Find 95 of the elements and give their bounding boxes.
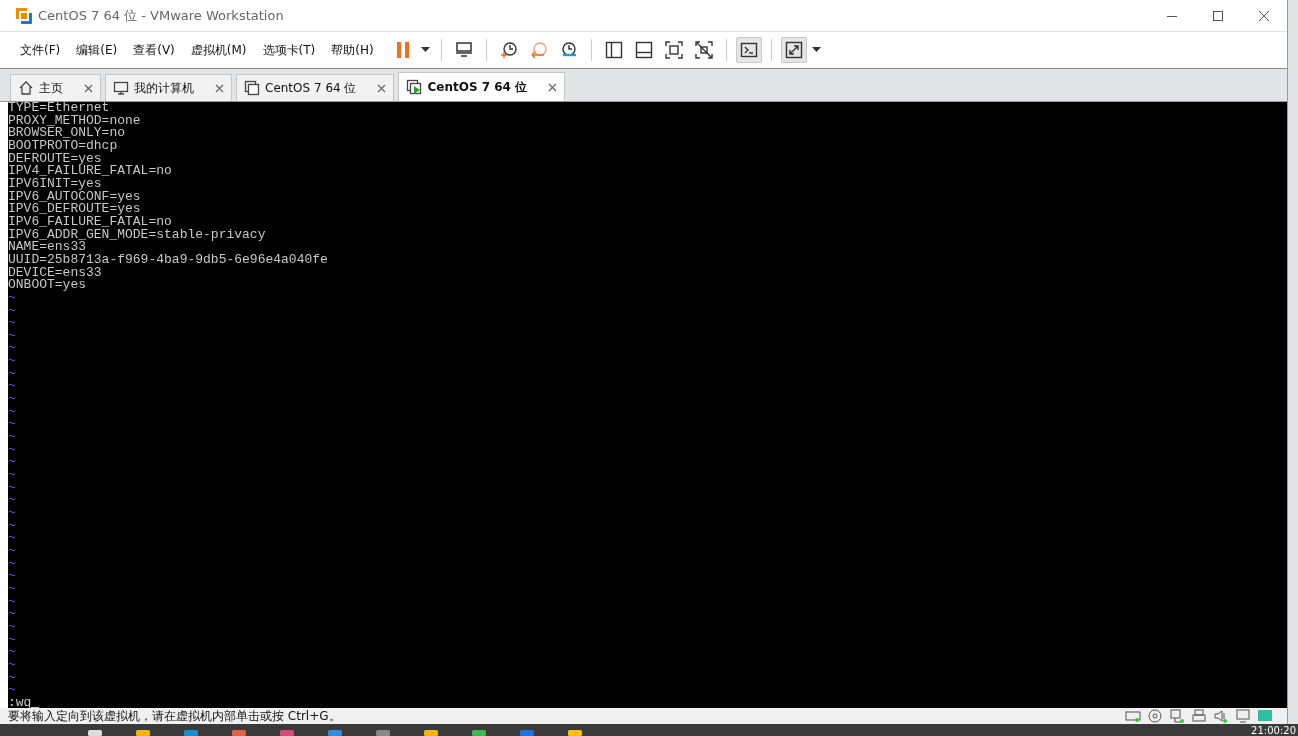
maximize-icon[interactable] <box>1212 9 1224 22</box>
terminal-line: DEFROUTE=yes <box>8 152 102 166</box>
text-cursor <box>31 706 40 708</box>
sidebar-layout-icon[interactable] <box>604 41 623 59</box>
tab[interactable]: CentOS 7 64 位 <box>236 74 395 101</box>
network-icon[interactable] <box>1169 708 1185 724</box>
display-icon[interactable] <box>1235 708 1251 724</box>
terminal-line: BOOTPROTO=dhcp <box>8 139 118 153</box>
caret-icon[interactable] <box>421 47 431 53</box>
terminal-line: TYPE=Ethernet <box>8 102 110 115</box>
menu-item[interactable]: 查看(V) <box>125 41 183 59</box>
empty-line-marker: ~ <box>8 570 16 583</box>
empty-line-marker: ~ <box>8 443 16 457</box>
disc-icon[interactable] <box>1147 708 1163 724</box>
app-icon[interactable] <box>88 730 102 736</box>
terminal-line: IPV6_DEFROUTE=yes <box>8 203 141 216</box>
caret-icon[interactable] <box>812 47 822 53</box>
bottom-panel-icon[interactable] <box>634 41 653 59</box>
empty-line-marker: ~ <box>8 582 16 596</box>
close-icon[interactable] <box>377 83 387 93</box>
tab[interactable]: 我的计算机 <box>105 74 232 101</box>
empty-line-marker: ~ <box>8 633 16 647</box>
empty-line-marker: ~ <box>8 304 16 318</box>
empty-line-marker: ~ <box>8 291 16 305</box>
empty-line-marker: ~ <box>8 608 16 621</box>
empty-line-marker: ~ <box>8 671 16 685</box>
app-logo-icon <box>16 7 32 24</box>
terminal-line: IPV6_ADDR_GEN_MODE=stable-privacy <box>8 228 266 242</box>
empty-line-marker: ~ <box>8 684 16 697</box>
windows-play-icon <box>406 79 423 95</box>
close-icon[interactable] <box>548 82 558 92</box>
empty-line-marker: ~ <box>8 519 16 533</box>
app-icon[interactable] <box>136 730 150 736</box>
clock: 21:00:20 <box>1251 725 1297 736</box>
console-icon <box>739 41 758 59</box>
empty-line-marker: ~ <box>8 367 16 381</box>
message-icon[interactable] <box>1257 708 1273 724</box>
empty-line-marker: ~ <box>8 329 16 343</box>
empty-line-marker: ~ <box>8 557 16 571</box>
toggle-button[interactable] <box>735 37 762 63</box>
app-icon[interactable] <box>568 730 582 736</box>
close-icon[interactable] <box>215 83 224 93</box>
empty-line-marker: ~ <box>8 342 16 356</box>
terminal-line: DEVICE=ens33 <box>8 266 102 280</box>
printer-icon[interactable] <box>1191 708 1207 724</box>
empty-line-marker: ~ <box>8 532 16 545</box>
app-icon[interactable] <box>424 730 438 736</box>
terminal-line: IPV6_AUTOCONF=yes <box>8 190 141 204</box>
fullscreen-icon[interactable] <box>664 41 683 59</box>
empty-line-marker: ~ <box>8 507 16 520</box>
terminal-line: BROWSER_ONLY=no <box>8 127 126 140</box>
menu-item[interactable]: 虚拟机(M) <box>182 41 255 59</box>
tab[interactable]: 主页 <box>10 74 101 101</box>
empty-line-marker: ~ <box>8 393 16 406</box>
windows-stack-icon <box>244 80 260 96</box>
terminal-line: IPV6_FAILURE_FATAL=no <box>8 215 172 229</box>
empty-line-marker: ~ <box>8 431 16 444</box>
terminal-line: PROXY_METHOD=none <box>8 114 141 128</box>
empty-line-marker: ~ <box>8 494 16 507</box>
empty-line-marker: ~ <box>8 469 16 482</box>
clock-plus-icon[interactable] <box>499 41 518 59</box>
toggle-button[interactable] <box>780 37 807 63</box>
close-icon[interactable] <box>1258 9 1270 22</box>
empty-line-marker: ~ <box>8 405 16 419</box>
empty-line-marker: ~ <box>8 456 16 470</box>
terminal-line: IPV6INIT=yes <box>8 177 102 191</box>
terminal-line: ONBOOT=yes <box>8 279 86 292</box>
empty-line-marker: ~ <box>8 544 16 558</box>
app-icon[interactable] <box>472 730 486 736</box>
home-icon <box>18 80 34 96</box>
terminal-line: NAME=ens33 <box>8 241 86 254</box>
empty-line-marker: ~ <box>8 355 16 368</box>
empty-line-marker: ~ <box>8 646 16 659</box>
empty-line-marker: ~ <box>8 418 16 432</box>
window-title: CentOS 7 64 位 - VMware Workstation <box>38 6 284 25</box>
terminal-line: IPV4_FAILURE_FATAL=no <box>8 165 172 178</box>
status-message: 要将输入定向到该虚拟机，请在虚拟机内部单击或按 Ctrl+G。 <box>8 708 341 725</box>
empty-line-marker: ~ <box>8 380 16 394</box>
empty-line-marker: ~ <box>8 658 16 672</box>
pause-icon[interactable] <box>394 41 411 59</box>
command-line: :wq <box>8 696 32 708</box>
empty-line-marker: ~ <box>8 620 16 634</box>
menu-item[interactable]: 编辑(E) <box>68 41 126 59</box>
tab[interactable]: CentOS 7 64 位 <box>398 72 566 101</box>
monitor-icon <box>113 80 129 96</box>
empty-line-marker: ~ <box>8 317 16 330</box>
speaker-icon[interactable] <box>1213 708 1229 724</box>
terminal-line: UUID=25b8713a-f969-4ba9-9db5-6e96e4a040fe <box>8 253 328 267</box>
crossed-window-icon[interactable] <box>694 41 713 59</box>
empty-line-marker: ~ <box>8 595 16 609</box>
close-icon[interactable] <box>84 83 93 93</box>
menu-item[interactable]: 选项卡(T) <box>254 41 324 59</box>
empty-line-marker: ~ <box>8 481 16 495</box>
menu-item[interactable]: 文件(F) <box>12 41 69 59</box>
menu-item[interactable]: 帮助(H) <box>323 41 382 59</box>
